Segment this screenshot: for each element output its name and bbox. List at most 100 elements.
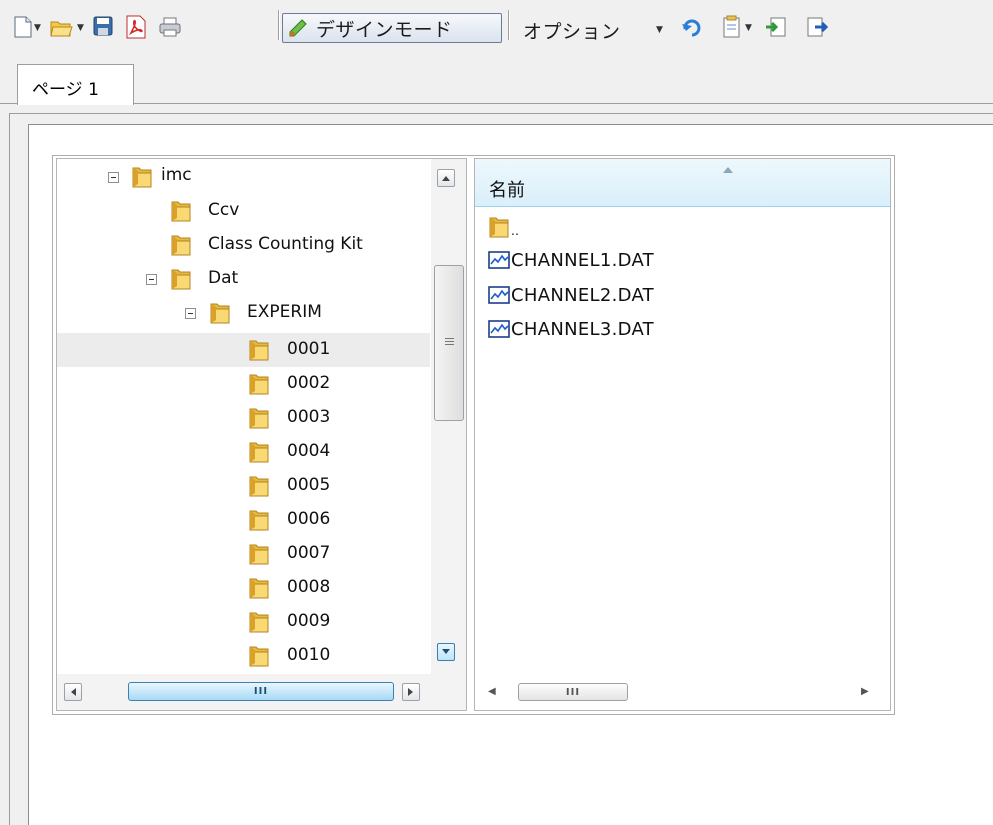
folder-icon [249,476,269,497]
print-button[interactable] [158,16,182,38]
tree-item-0005[interactable]: 0005 [57,469,430,503]
tree-item-label: 0008 [287,577,331,597]
folder-icon [171,269,191,290]
tree-item-imc[interactable]: imc [57,160,430,194]
tree-item-label: 0009 [287,611,331,631]
column-header-label: 名前 [489,180,525,201]
tree-item-label: Dat [208,268,239,288]
scroll-up-button[interactable] [437,169,455,187]
tree-item-0010[interactable]: 0010 [57,639,430,673]
scroll-right-button[interactable] [402,683,420,701]
scrollbar-corner [431,674,466,710]
tree-item-0007[interactable]: 0007 [57,537,430,571]
list-item-channel3[interactable]: CHANNEL3.DAT [488,314,654,344]
tree-item-label: 0006 [287,509,331,529]
arrow-left-icon[interactable]: ◀ [488,686,496,697]
arrow-right-icon [408,688,413,696]
import-icon [766,17,786,37]
tree-item-dat[interactable]: Dat [57,262,430,296]
list-item-label: CHANNEL1.DAT [511,249,654,271]
folder-icon [171,235,191,256]
save-button[interactable] [93,16,113,36]
list-item-channel1[interactable]: CHANNEL1.DAT [488,245,654,275]
folder-icon [249,510,269,531]
tree-item-label: 0004 [287,441,331,461]
tree-item-0006[interactable]: 0006 [57,503,430,537]
folder-icon [210,303,230,324]
folder-icon [171,201,191,222]
list-item-parent[interactable]: .. [488,212,519,242]
options-menu-button[interactable]: オプション [523,17,621,44]
pdf-icon [126,15,146,39]
tree-item-class-counting-kit[interactable]: Class Counting Kit [57,228,430,262]
list-item-label: CHANNEL3.DAT [511,318,654,340]
chevron-down-icon[interactable]: ▼ [34,23,41,33]
folder-icon [249,340,269,361]
tree-item-label: 0001 [287,339,331,359]
chevron-down-icon[interactable]: ▼ [656,25,663,35]
tree-item-label: 0005 [287,475,331,495]
waveform-file-icon [488,251,510,269]
file-list[interactable]: 名前 .. CHANNEL1.DAT CHANNEL2.DAT CHANNEL3… [474,158,891,711]
folder-tree[interactable]: imc Ccv Class Counting Kit Dat EXPERIM 0… [56,158,467,711]
column-header-name[interactable]: 名前 [475,159,890,207]
collapse-toggle-icon[interactable] [108,172,119,183]
list-item-label: .. [511,224,520,238]
design-mode-button[interactable]: デザインモード [282,13,502,43]
grip-icon: III [253,686,269,697]
collapse-toggle-icon[interactable] [146,274,157,285]
page-settings-button[interactable] [722,15,742,39]
tab-strip [0,52,993,104]
new-document-button[interactable] [14,16,32,38]
tree-item-label: EXPERIM [247,302,322,322]
grip-icon: III [565,686,581,698]
undo-button[interactable] [681,17,703,37]
tree-item-label: 0003 [287,407,331,427]
scroll-left-button[interactable] [64,683,82,701]
list-item-channel2[interactable]: CHANNEL2.DAT [488,280,654,310]
tree-horizontal-scroll-thumb[interactable]: III [128,682,394,701]
tree-item-0009[interactable]: 0009 [57,605,430,639]
folder-icon [249,646,269,667]
sort-ascending-icon [723,167,733,173]
folder-icon [249,374,269,395]
folder-icon [249,442,269,463]
list-horizontal-scroll-thumb[interactable]: III [518,683,628,701]
open-folder-button[interactable] [49,16,73,38]
folder-icon [489,217,509,238]
import-button[interactable] [765,16,787,38]
tree-item-ccv[interactable]: Ccv [57,194,430,228]
arrow-left-icon [71,688,76,696]
export-pdf-button[interactable] [125,15,147,39]
folder-icon [249,408,269,429]
waveform-file-icon [488,286,510,304]
tree-item-label: 0007 [287,543,331,563]
tab-label: ページ 1 [32,80,99,100]
grip-icon [445,338,454,345]
tree-item-label: 0010 [287,645,331,665]
chevron-down-icon[interactable]: ▼ [77,23,84,33]
waveform-file-icon [488,320,510,338]
folder-icon [249,544,269,565]
open-folder-icon [50,21,73,37]
toolbar-separator [278,10,279,40]
tree-item-label: Class Counting Kit [208,234,363,254]
tree-item-0003[interactable]: 0003 [57,401,430,435]
tree-item-0004[interactable]: 0004 [57,435,430,469]
chevron-down-icon[interactable]: ▼ [745,23,752,33]
undo-icon [682,19,701,37]
tree-item-0002[interactable]: 0002 [57,367,430,401]
tab-page-1[interactable]: ページ 1 [17,64,134,105]
tree-item-0001[interactable]: 0001 [57,333,430,367]
arrow-up-icon [442,176,450,181]
tree-item-experim[interactable]: EXPERIM [57,296,430,330]
tree-vertical-scroll-thumb[interactable] [434,265,464,421]
arrow-right-icon[interactable]: ▶ [861,686,869,697]
export-button[interactable] [806,16,828,38]
scroll-down-button[interactable] [437,643,455,661]
tree-item-0008[interactable]: 0008 [57,571,430,605]
collapse-toggle-icon[interactable] [185,308,196,319]
export-icon [807,17,828,37]
pencil-ruler-icon [288,19,307,38]
design-mode-label: デザインモード [316,18,453,41]
